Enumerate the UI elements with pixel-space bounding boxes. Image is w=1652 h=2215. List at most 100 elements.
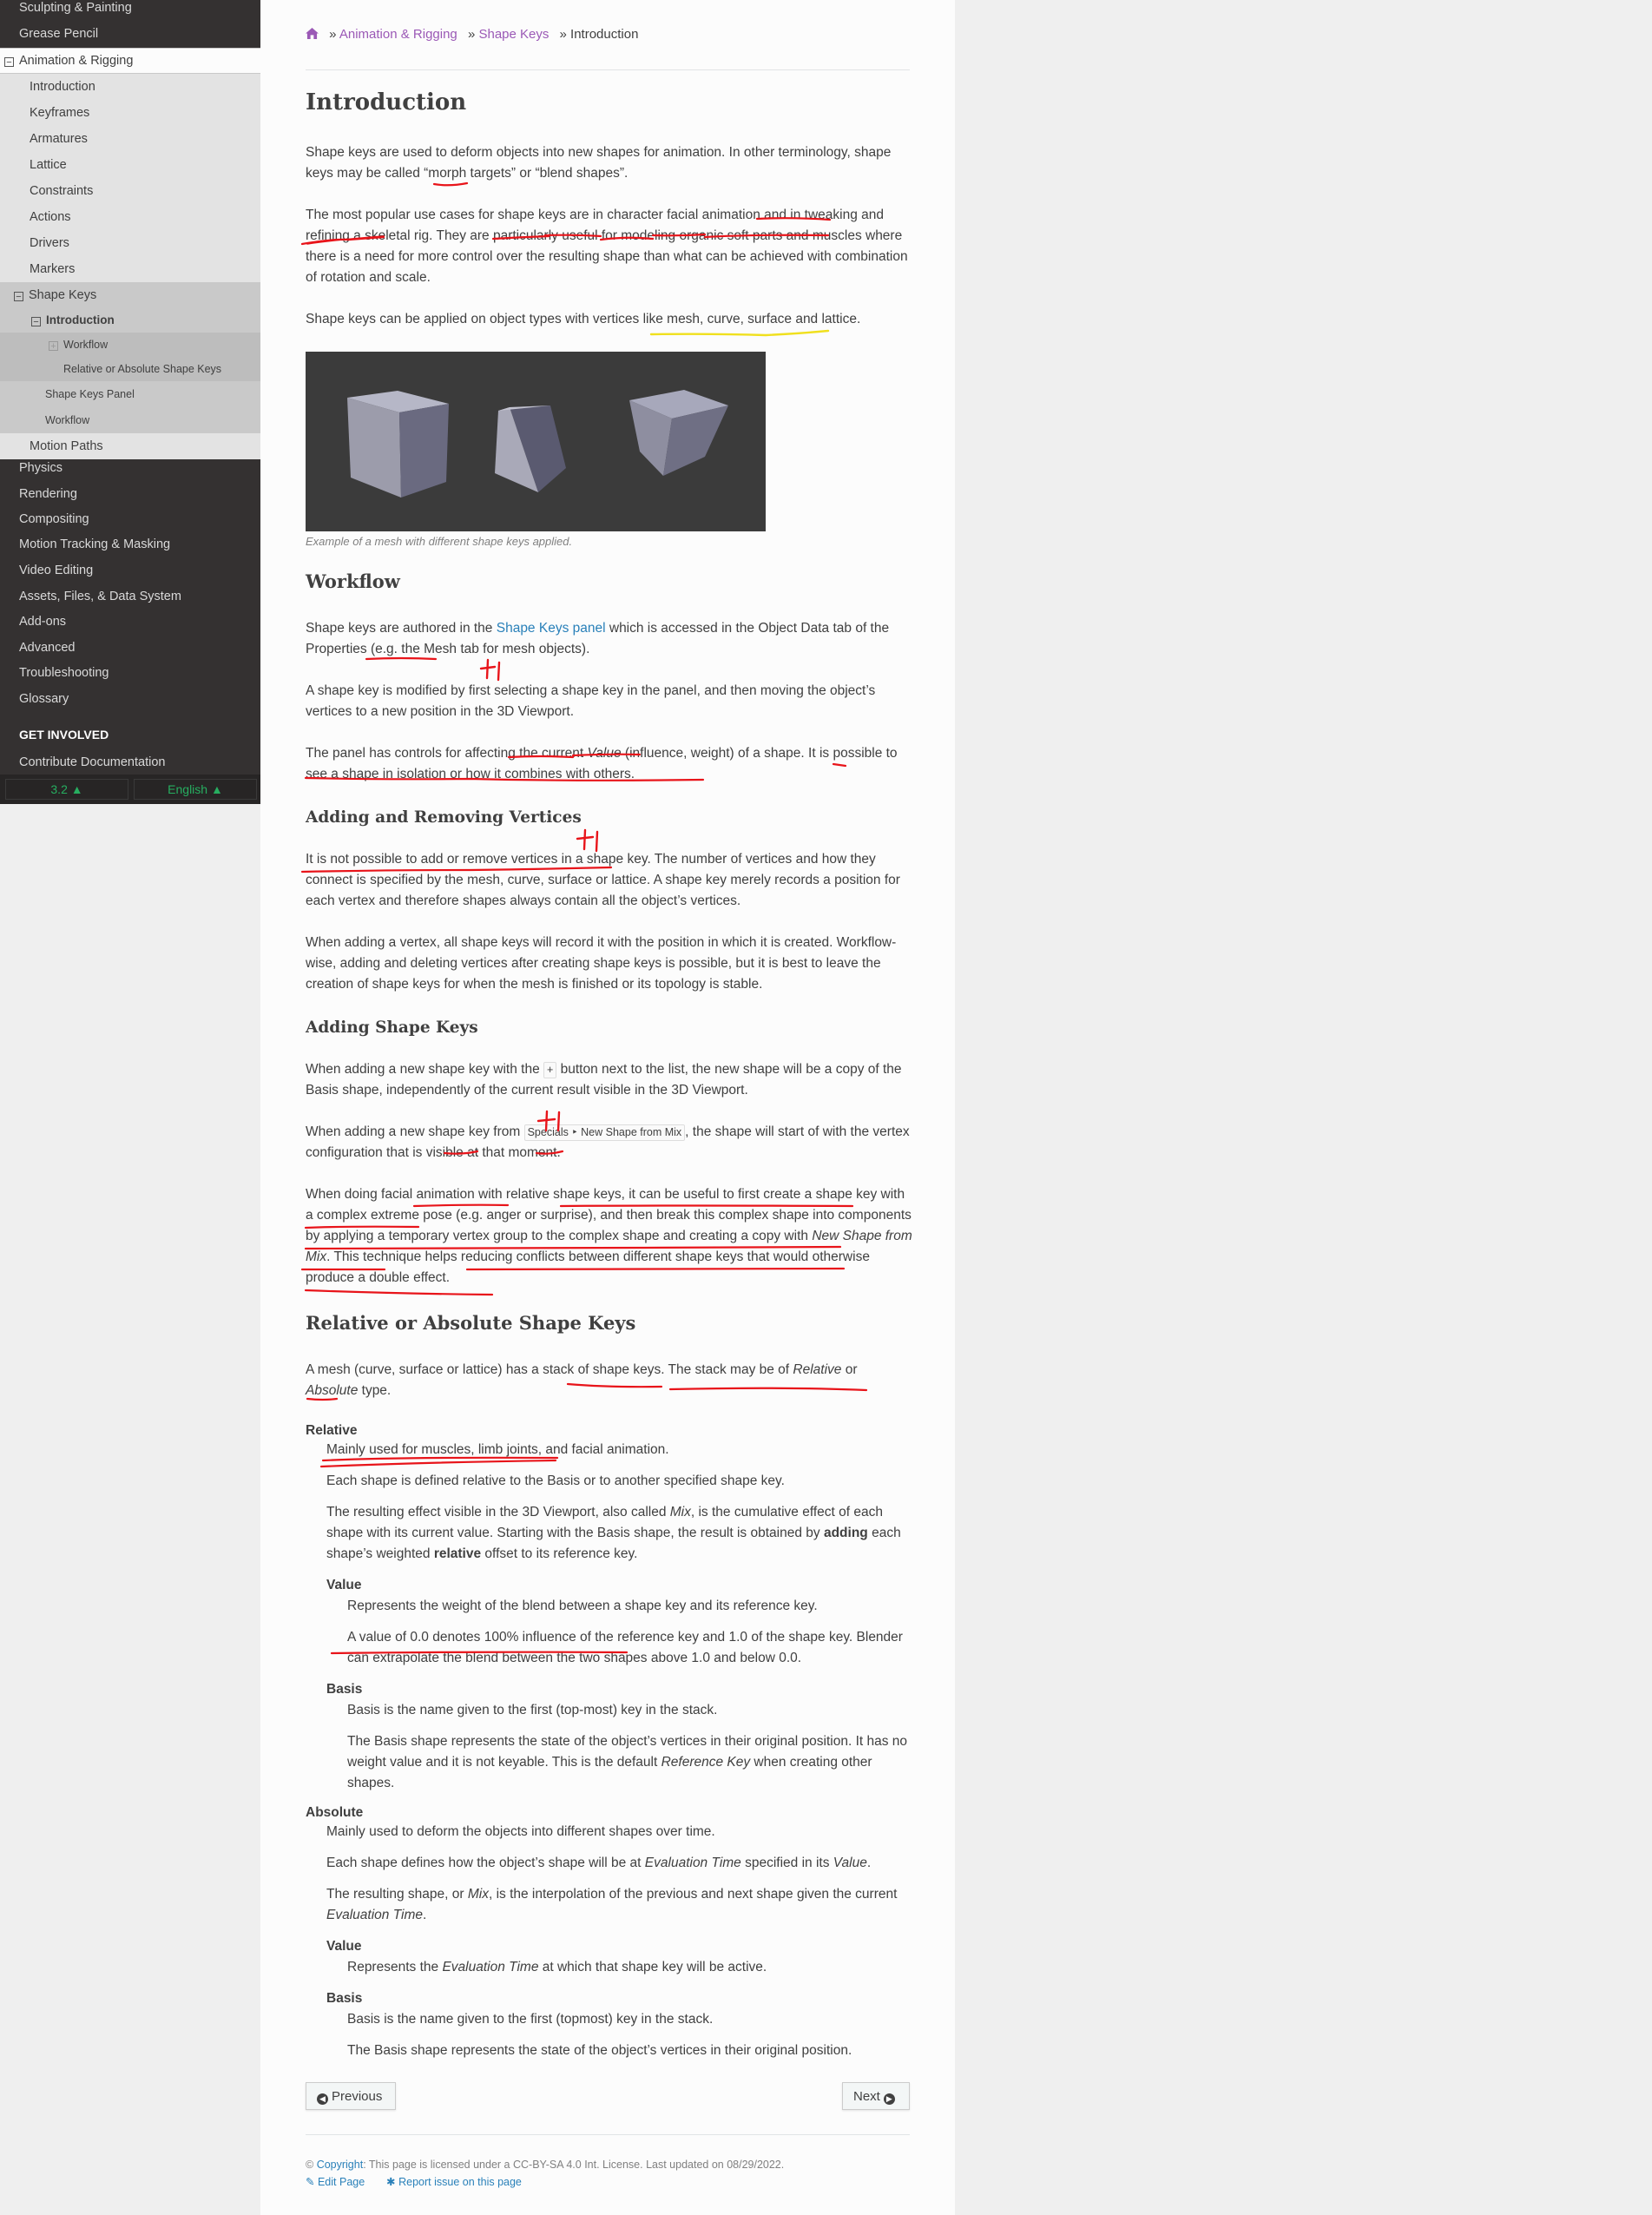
arrow-circle-left-icon: ◀ — [317, 2093, 328, 2105]
footer-links: ✎ Edit Page ✱ Report issue on this page — [306, 2173, 913, 2191]
right-gutter — [955, 0, 1652, 2215]
sidebar-item-actions[interactable]: Actions — [0, 204, 290, 230]
sidebar-item-label: Animation & Rigging — [19, 54, 134, 68]
intro-paragraph-2: The most popular use cases for shape key… — [306, 208, 908, 285]
breadcrumb-separator: » — [329, 27, 337, 42]
workflow-paragraph-2: A shape key is modified by first selecti… — [306, 683, 876, 719]
report-issue-link[interactable]: Report issue on this page — [398, 2176, 522, 2188]
page-title: Introduction — [306, 89, 467, 115]
sidebar-item-shape-keys[interactable]: − Shape Keys — [0, 282, 274, 308]
menu-path: Specials ‣ New Shape from Mix — [523, 1124, 686, 1141]
shape-keys-panel-link[interactable]: Shape Keys panel — [497, 621, 606, 636]
relative-basis-desc-1: Basis is the name given to the first (to… — [347, 1703, 718, 1717]
sidebar-item-grease-pencil[interactable]: Grease Pencil — [0, 22, 280, 46]
breadcrumb-divider — [306, 69, 910, 70]
term-absolute-basis: Basis — [326, 1991, 363, 2006]
sidebar-item-addons[interactable]: Add-ons — [0, 610, 280, 634]
cubes-image — [347, 390, 728, 498]
sidebar-item-animation-rigging[interactable]: − Animation & Rigging — [0, 48, 265, 74]
breadcrumb: » Animation & Rigging » Shape Keys » Int… — [306, 24, 913, 45]
sidebar-item-contribute[interactable]: Contribute Documentation — [0, 750, 280, 775]
footer-copyright: © Copyright: This page is licensed under… — [306, 2159, 785, 2171]
ask-paragraph-3: When doing facial animation with relativ… — [306, 1187, 912, 1285]
section-title-relative-absolute: Relative or Absolute Shape Keys — [306, 1312, 636, 1334]
sidebar-item-compositing[interactable]: Compositing — [0, 507, 280, 531]
absolute-basis-desc-1: Basis is the name given to the first (to… — [347, 2012, 714, 2027]
term-relative-basis: Basis — [326, 1682, 363, 1697]
absolute-desc-1: Mainly used to deform the objects into d… — [326, 1824, 715, 1839]
next-label: Next — [853, 2089, 880, 2104]
sidebar-item-troubleshooting[interactable]: Troubleshooting — [0, 661, 280, 685]
shape-keys-figure — [306, 352, 766, 531]
edit-page-link[interactable]: Edit Page — [318, 2176, 365, 2188]
collapse-toggle-icon[interactable]: − — [4, 57, 14, 68]
sidebar-item-advanced[interactable]: Advanced — [0, 636, 280, 660]
sidebar-item-introduction[interactable]: Introduction — [0, 74, 290, 100]
sidebar: Sculpting & Painting Grease Pencil − Anim… — [0, 0, 324, 804]
edit-icon: ✎ — [306, 2176, 315, 2188]
copyright-link[interactable]: Copyright — [317, 2159, 364, 2171]
arv-paragraph-2: When adding a vertex, all shape keys wil… — [306, 935, 897, 992]
sidebar-item-video-editing[interactable]: Video Editing — [0, 558, 280, 583]
sidebar-item-label: Workflow — [63, 339, 109, 351]
sidebar-item-assets[interactable]: Assets, Files, & Data System — [0, 584, 280, 609]
section-title-adding-removing-vertices: Adding and Removing Vertices — [306, 808, 582, 827]
sidebar-item-keyframes[interactable]: Keyframes — [0, 100, 290, 126]
version-switcher: 3.2 ▲ English ▲ — [0, 775, 260, 804]
figure-caption: Example of a mesh with different shape k… — [306, 535, 573, 548]
sidebar-item-label: Shape Keys — [29, 288, 97, 302]
absolute-value-desc-1: Represents the Evaluation Time at which … — [347, 1960, 767, 1974]
previous-button[interactable]: ◀ Previous — [306, 2082, 396, 2110]
term-absolute-value: Value — [326, 1939, 362, 1954]
arrow-circle-right-icon: ▶ — [883, 2093, 895, 2105]
roa-paragraph-1: A mesh (curve, surface or lattice) has a… — [306, 1362, 858, 1398]
language-select[interactable]: English ▲ — [134, 779, 257, 800]
section-title-adding-shape-keys: Adding Shape Keys — [306, 1019, 478, 1037]
intro-paragraph-1: Shape keys are used to deform objects in… — [306, 145, 892, 181]
collapse-toggle-icon[interactable]: − — [31, 317, 41, 327]
breadcrumb-separator: » — [559, 27, 567, 42]
collapse-toggle-icon[interactable]: − — [14, 292, 23, 302]
term-relative: Relative — [306, 1423, 358, 1438]
relative-desc-2: Each shape is defined relative to the Ba… — [326, 1473, 785, 1488]
relative-desc-1: Mainly used for muscles, limb joints, an… — [326, 1442, 669, 1457]
ask-paragraph-1: When adding a new shape key with the + b… — [306, 1062, 902, 1098]
workflow-paragraph-1: Shape keys are authored in the Shape Key… — [306, 621, 890, 656]
version-select[interactable]: 3.2 ▲ — [5, 779, 128, 800]
arv-paragraph-1: It is not possible to add or remove vert… — [306, 852, 900, 908]
term-relative-value: Value — [326, 1578, 362, 1592]
page-background — [260, 0, 955, 2215]
sidebar-item-label: Introduction — [46, 313, 115, 326]
sidebar-item-markers[interactable]: Markers — [0, 256, 290, 282]
home-icon[interactable] — [306, 28, 319, 39]
next-button[interactable]: Next ▶ — [842, 2082, 910, 2110]
sidebar-item-sk-introduction[interactable]: − Introduction — [0, 308, 292, 333]
footer-divider — [306, 2134, 910, 2135]
previous-label: Previous — [332, 2089, 383, 2104]
add-shape-key-button-ref: + — [543, 1062, 557, 1078]
sidebar-item-motion-tracking[interactable]: Motion Tracking & Masking — [0, 532, 280, 557]
sidebar-item-rendering[interactable]: Rendering — [0, 482, 280, 506]
breadcrumb-current: Introduction — [570, 27, 639, 42]
sidebar-item-constraints[interactable]: Constraints — [0, 178, 290, 204]
sidebar-item-glossary[interactable]: Glossary — [0, 687, 280, 711]
relative-desc-3: The resulting effect visible in the 3D V… — [326, 1505, 901, 1561]
ask-paragraph-2: When adding a new shape key from Special… — [306, 1124, 910, 1160]
breadcrumb-separator: » — [467, 27, 476, 42]
sidebar-item-lattice[interactable]: Lattice — [0, 152, 290, 178]
sidebar-item-drivers[interactable]: Drivers — [0, 230, 290, 256]
breadcrumb-shape-keys[interactable]: Shape Keys — [478, 27, 549, 42]
sidebar-item-sculpting[interactable]: Sculpting & Painting — [0, 0, 280, 20]
get-involved-heading: GET INVOLVED — [19, 728, 109, 742]
sidebar-item-armatures[interactable]: Armatures — [0, 126, 290, 152]
term-absolute: Absolute — [306, 1805, 364, 1820]
footer: © Copyright: This page is licensed under… — [306, 2156, 913, 2191]
relative-value-desc-2: A value of 0.0 denotes 100% influence of… — [347, 1630, 903, 1665]
sidebar-item-physics[interactable]: Physics — [0, 456, 280, 480]
relative-basis-desc-2: The Basis shape represents the state of … — [347, 1734, 908, 1790]
expand-toggle-icon[interactable]: + — [49, 341, 58, 352]
relative-value-desc-1: Represents the weight of the blend betwe… — [347, 1599, 818, 1613]
intro-paragraph-3: Shape keys can be applied on object type… — [306, 312, 861, 326]
absolute-basis-desc-2: The Basis shape represents the state of … — [347, 2043, 852, 2058]
breadcrumb-animation-rigging[interactable]: Animation & Rigging — [339, 27, 457, 42]
